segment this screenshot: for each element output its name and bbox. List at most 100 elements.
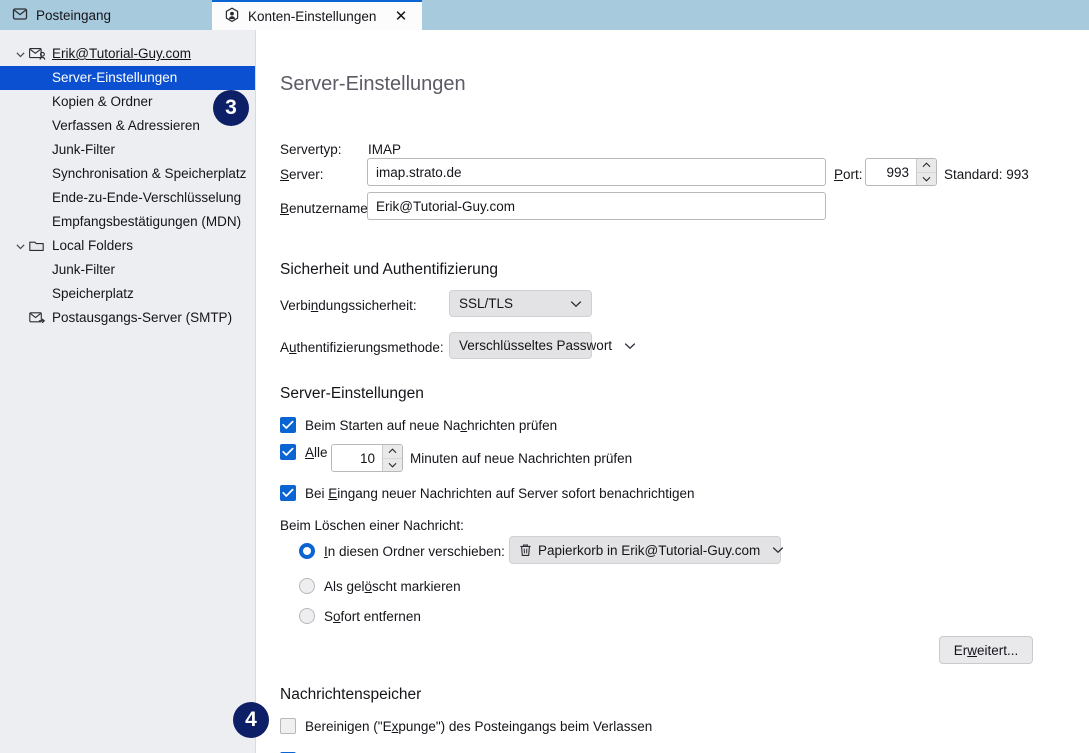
- sidebar-item-server-einstellungen[interactable]: Server-Einstellungen: [0, 66, 255, 90]
- expunge-row[interactable]: Bereinigen ("Expunge") des Posteingangs …: [280, 718, 652, 734]
- settings-tree-sidebar[interactable]: Erik@Tutorial-Guy.com Server-Einstellung…: [0, 30, 256, 753]
- sidebar-item-empfangsbestaetigungen[interactable]: Empfangsbestätigungen (MDN): [0, 210, 255, 234]
- sidebar-item-server-einstellungen-label: Server-Einstellungen: [52, 70, 178, 85]
- delete-option-move-label: In diesen Ordner verschieben:: [324, 543, 505, 559]
- check-interval-row[interactable]: Alle: [280, 444, 328, 460]
- on-delete-label: Beim Löschen einer Nachricht:: [280, 518, 464, 533]
- spin-up-icon[interactable]: [917, 159, 936, 172]
- connection-security-select[interactable]: SSL/TLS: [449, 290, 592, 317]
- connection-security-value: SSL/TLS: [459, 296, 514, 311]
- servertype-value: IMAP: [368, 142, 402, 157]
- sidebar-item-kopien-ordner-label: Kopien & Ordner: [52, 94, 153, 109]
- delete-option-mark-radio[interactable]: [299, 578, 315, 594]
- advanced-button-label: Erweitert...: [953, 642, 1019, 658]
- sidebar-item-verfassen-adressieren-label: Verfassen & Adressieren: [52, 118, 200, 133]
- sidebar-item-speicherplatz[interactable]: Speicherplatz: [0, 282, 255, 306]
- check-interval-prefix-label: Alle: [305, 444, 328, 460]
- sidebar-item-account-root[interactable]: Erik@Tutorial-Guy.com: [0, 42, 255, 66]
- folder-icon: [28, 238, 46, 254]
- notify-immediately-row[interactable]: Bei Eingang neuer Nachrichten auf Server…: [280, 485, 695, 501]
- delete-option-move-row[interactable]: In diesen Ordner verschieben:: [299, 543, 505, 559]
- notify-immediately-checkbox[interactable]: [280, 485, 296, 501]
- sidebar-item-smtp[interactable]: Postausgangs-Server (SMTP): [0, 306, 255, 330]
- sidebar-item-synchronisation-speicherplatz[interactable]: Synchronisation & Speicherplatz: [0, 162, 255, 186]
- trash-folder-value: Papierkorb in Erik@Tutorial-Guy.com: [538, 542, 761, 558]
- advanced-button[interactable]: Erweitert...: [939, 636, 1033, 664]
- check-at-startup-checkbox[interactable]: [280, 417, 296, 433]
- sidebar-item-junk-filter-account[interactable]: Junk-Filter: [0, 138, 255, 162]
- servertype-label: Servertyp:: [280, 142, 342, 157]
- close-icon[interactable]: ✕: [392, 7, 410, 25]
- connection-security-label: Verbindungssicherheit:: [280, 298, 417, 313]
- step-badge-4: 4: [233, 702, 269, 738]
- port-label: Port:: [834, 167, 863, 182]
- sidebar-item-local-folders[interactable]: Local Folders: [0, 234, 255, 258]
- delete-option-remove-row[interactable]: Sofort entfernen: [299, 608, 421, 624]
- username-input[interactable]: Erik@Tutorial-Guy.com: [367, 192, 826, 220]
- username-input-value: Erik@Tutorial-Guy.com: [376, 198, 515, 214]
- check-interval-checkbox[interactable]: [280, 444, 296, 460]
- sidebar-item-empfangsbestaetigungen-label: Empfangsbestätigungen (MDN): [52, 214, 242, 229]
- username-label: Benutzername:: [280, 201, 372, 216]
- port-default-text: Standard: 993: [944, 167, 1029, 182]
- port-spin-arrows[interactable]: [916, 159, 936, 185]
- auth-method-label: Authentifizierungsmethode:: [280, 340, 444, 355]
- sidebar-item-synchronisation-speicherplatz-label: Synchronisation & Speicherplatz: [52, 166, 247, 181]
- check-interval-value[interactable]: 10: [332, 445, 382, 471]
- server-settings-group-title: Server-Einstellungen: [280, 385, 424, 402]
- sidebar-item-junk-filter-local-label: Junk-Filter: [52, 262, 116, 277]
- tab-konten-einstellungen-label: Konten-Einstellungen: [248, 8, 377, 24]
- check-interval-stepper[interactable]: 10: [331, 444, 403, 472]
- expunge-checkbox[interactable]: [280, 718, 296, 734]
- sidebar-item-smtp-label: Postausgangs-Server (SMTP): [52, 310, 233, 325]
- tab-posteingang[interactable]: Posteingang: [0, 0, 212, 30]
- tab-posteingang-label: Posteingang: [36, 7, 112, 23]
- server-input-value: imap.strato.de: [376, 164, 462, 180]
- sidebar-item-ende-zu-ende-verschluesselung-label: Ende-zu-Ende-Verschlüsselung: [52, 190, 242, 205]
- delete-option-mark-label: Als gelöscht markieren: [324, 578, 461, 594]
- chevron-down-icon: [624, 342, 636, 350]
- notify-immediately-label: Bei Eingang neuer Nachrichten auf Server…: [305, 485, 695, 501]
- sidebar-item-ende-zu-ende-verschluesselung[interactable]: Ende-zu-Ende-Verschlüsselung: [0, 186, 255, 210]
- spin-down-icon[interactable]: [383, 457, 402, 472]
- check-at-startup-label: Beim Starten auf neue Nachrichten prüfen: [305, 417, 558, 433]
- auth-method-value: Verschlüsseltes Passwort: [459, 338, 613, 353]
- inbox-icon: [12, 6, 28, 25]
- delete-option-remove-label: Sofort entfernen: [324, 608, 421, 624]
- tab-bar: Posteingang Konten-Einstellungen ✕: [0, 0, 1089, 30]
- sidebar-item-speicherplatz-label: Speicherplatz: [52, 286, 134, 301]
- smtp-icon: [28, 310, 46, 326]
- expunge-label: Bereinigen ("Expunge") des Posteingangs …: [305, 718, 653, 734]
- tab-konten-einstellungen[interactable]: Konten-Einstellungen ✕: [212, 0, 422, 30]
- chevron-down-icon: [772, 546, 784, 554]
- mail-account-icon: [28, 46, 46, 62]
- delete-option-move-radio[interactable]: [299, 543, 315, 559]
- chevron-down-icon[interactable]: [12, 46, 28, 62]
- trash-icon: [519, 543, 532, 557]
- sidebar-item-junk-filter-local[interactable]: Junk-Filter: [0, 258, 255, 282]
- account-icon: [224, 7, 240, 26]
- delete-option-mark-row[interactable]: Als gelöscht markieren: [299, 578, 461, 594]
- sidebar-item-junk-filter-account-label: Junk-Filter: [52, 142, 116, 157]
- check-interval-suffix-label: Minuten auf neue Nachrichten prüfen: [410, 451, 633, 466]
- sidebar-item-local-folders-label: Local Folders: [52, 238, 134, 253]
- security-group-title: Sicherheit und Authentifizierung: [280, 261, 499, 278]
- spin-up-icon[interactable]: [383, 445, 402, 458]
- check-at-startup-row[interactable]: Beim Starten auf neue Nachrichten prüfen: [280, 417, 557, 433]
- server-label: Server:: [280, 167, 324, 182]
- port-value[interactable]: 993: [866, 159, 916, 185]
- trash-folder-select[interactable]: Papierkorb in Erik@Tutorial-Guy.com: [509, 536, 784, 564]
- step-badge-3: 3: [213, 90, 249, 126]
- server-input[interactable]: imap.strato.de: [367, 158, 826, 186]
- delete-option-remove-radio[interactable]: [299, 608, 315, 624]
- server-settings-pane: Server-Einstellungen Servertyp: IMAP Ser…: [257, 30, 1089, 753]
- page-title: Server-Einstellungen: [280, 73, 466, 95]
- message-store-group-title: Nachrichtenspeicher: [280, 686, 422, 703]
- port-stepper[interactable]: 993: [865, 158, 937, 186]
- chevron-down-icon[interactable]: [12, 238, 28, 254]
- sidebar-item-account-root-label: Erik@Tutorial-Guy.com: [52, 46, 191, 61]
- chevron-down-icon: [570, 300, 582, 308]
- check-interval-spin-arrows[interactable]: [382, 445, 402, 471]
- auth-method-select[interactable]: Verschlüsseltes Passwort: [449, 332, 636, 359]
- spin-down-icon[interactable]: [917, 171, 936, 186]
